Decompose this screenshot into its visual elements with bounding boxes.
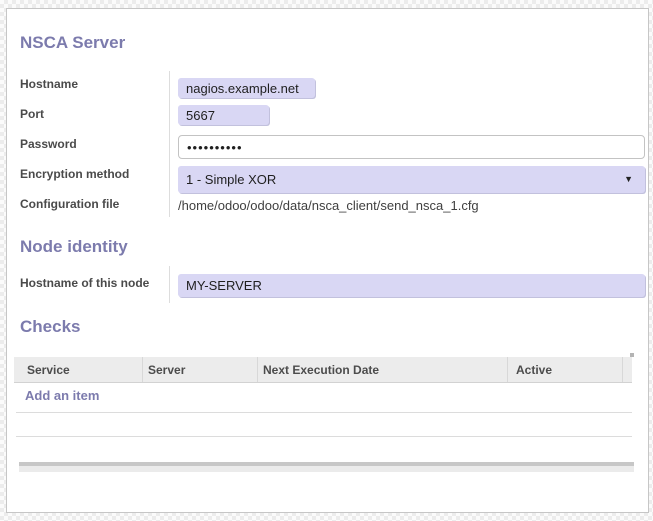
label-column-separator: [169, 266, 170, 303]
label-column-separator: [169, 71, 170, 217]
hostname-input[interactable]: [178, 78, 315, 98]
table-bottom-divider: [16, 436, 632, 437]
nsca-config-form: NSCA Server Hostname Port Password Encry…: [6, 8, 649, 513]
checks-section-title: Checks: [20, 317, 80, 337]
add-an-item-link[interactable]: Add an item: [25, 388, 99, 403]
configuration-file-value: /home/odoo/odoo/data/nsca_client/send_ns…: [178, 198, 479, 213]
password-input[interactable]: [178, 135, 645, 159]
encryption-method-select[interactable]: 1 - Simple XOR: [178, 166, 645, 193]
odoo-form-background: { "form": { "sections": { "server": { "t…: [0, 0, 653, 521]
port-input[interactable]: [178, 105, 269, 125]
checks-table-header-service[interactable]: Service: [14, 357, 142, 382]
hostname-label: Hostname: [20, 77, 78, 91]
horizontal-scrollbar[interactable]: [19, 462, 634, 472]
node-hostname-label: Hostname of this node: [20, 276, 149, 290]
node-hostname-input[interactable]: [178, 274, 645, 297]
checks-table-header-active[interactable]: Active: [507, 357, 622, 382]
nsca-server-section-title: NSCA Server: [20, 33, 125, 53]
encryption-method-field: 1 - Simple XOR ▼: [178, 166, 645, 193]
table-row-divider: [16, 412, 632, 413]
checks-table-header-next-execution-date[interactable]: Next Execution Date: [257, 357, 507, 382]
encryption-method-label: Encryption method: [20, 167, 129, 181]
horizontal-scrollbar-thumb[interactable]: [19, 462, 634, 466]
password-label: Password: [20, 137, 77, 151]
port-label: Port: [20, 107, 44, 121]
checks-table-header-row: Service Server Next Execution Date Activ…: [14, 357, 632, 383]
checks-table-header-filler: [622, 357, 632, 382]
configuration-file-label: Configuration file: [20, 197, 119, 211]
checks-table-header-server[interactable]: Server: [142, 357, 257, 382]
node-identity-section-title: Node identity: [20, 237, 128, 257]
